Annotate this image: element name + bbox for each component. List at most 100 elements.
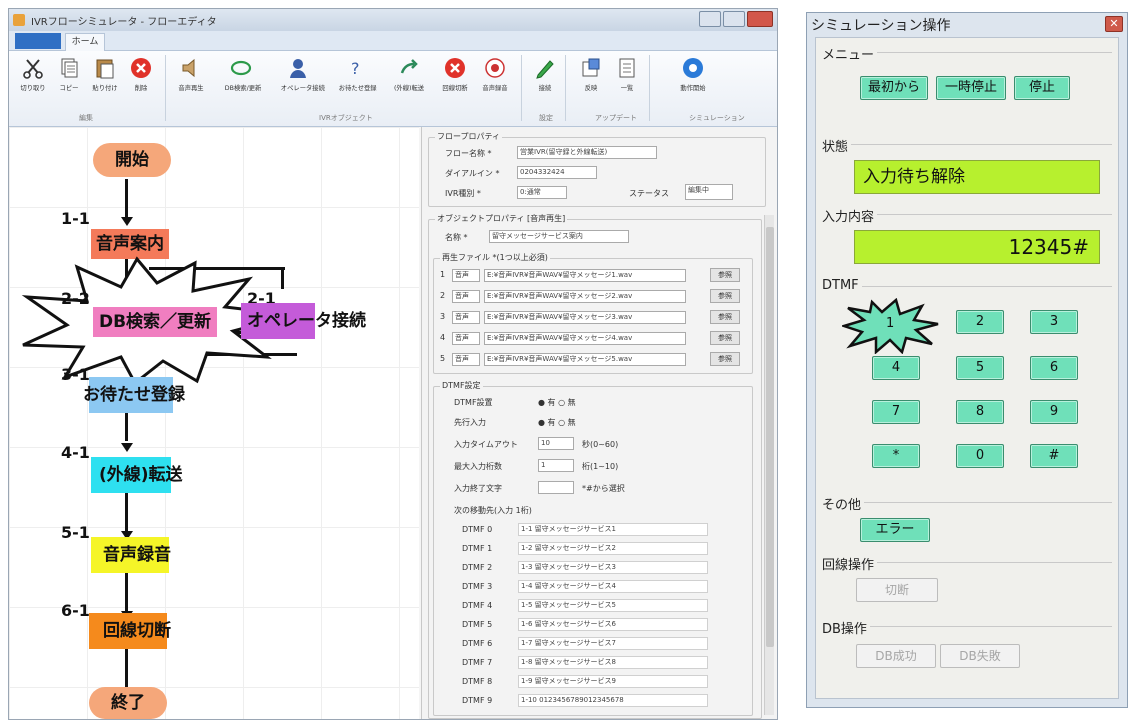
error-button[interactable]: エラー	[860, 518, 930, 542]
apply-button[interactable]: 反映	[573, 55, 609, 107]
next-destination-select[interactable]: 1-1 留守メッセージサービス1	[518, 523, 708, 536]
flow-node-operator-connect[interactable]: オペレータ接続	[241, 303, 366, 339]
restart-button[interactable]: 最初から	[860, 76, 928, 100]
dtmf-key-2[interactable]: 2	[956, 310, 1004, 334]
group-label-update: アップデート	[595, 114, 637, 122]
paste-button[interactable]: 貼り付け	[87, 55, 123, 107]
db-operation-section: DB操作 DB成功 DB失敗	[816, 616, 1118, 676]
property-scrollbar[interactable]	[764, 215, 774, 715]
file-mode-select[interactable]: 音声	[452, 353, 480, 366]
flow-canvas[interactable]: 開始 1-1 音声案内 2-2 DB検索／更新 2-1 オペレータ接続 3-1 …	[9, 127, 419, 719]
start-simulation-button[interactable]: 動作開始	[675, 55, 711, 107]
list-button[interactable]: 一覧	[609, 55, 645, 107]
file-row-number: 2	[440, 291, 446, 300]
flow-end-node[interactable]: 終了	[89, 687, 167, 719]
play-audio-button[interactable]: 音声再生	[173, 55, 209, 107]
transfer-button[interactable]: (外線)転送	[391, 55, 427, 107]
dtmf-key-5[interactable]: 5	[956, 356, 1004, 380]
dtmf-enable-radio[interactable]: ● 有 ○ 無	[538, 397, 576, 408]
browse-button[interactable]: 参照	[710, 331, 740, 345]
close-icon[interactable]: ✕	[1105, 16, 1123, 32]
dtmf-key-8[interactable]: 8	[956, 400, 1004, 424]
flow-start-node[interactable]: 開始	[93, 143, 171, 177]
list-label: 一覧	[620, 84, 634, 92]
stop-button[interactable]: 停止	[1014, 76, 1070, 100]
minimize-button[interactable]	[699, 11, 721, 27]
file-mode-select[interactable]: 音声	[452, 332, 480, 345]
object-name-label: 名称 *	[445, 233, 468, 242]
flow-name-input[interactable]: 営業IVR(留守録と外線転送)	[517, 146, 657, 159]
dtmf-key-label: DTMF 9	[462, 696, 493, 705]
browse-button[interactable]: 参照	[710, 352, 740, 366]
object-name-input[interactable]: 留守メッセージサービス案内	[489, 230, 629, 243]
wait-register-button[interactable]: ? お待たせ登録	[337, 55, 377, 107]
file-path-input[interactable]: E:¥音声IVR¥音声WAV¥留守メッセージ2.wav	[484, 290, 686, 303]
db-search-button[interactable]: DB検索/更新	[223, 55, 262, 107]
next-destination-select[interactable]: 1-4 留守メッセージサービス4	[518, 580, 708, 593]
file-mode-select[interactable]: 音声	[452, 311, 480, 324]
flow-node-record-audio[interactable]: 音声録音	[91, 537, 171, 573]
arrow-head	[121, 443, 133, 452]
end-char-select[interactable]	[538, 481, 574, 494]
dtmf-key-star[interactable]: *	[872, 444, 920, 468]
ribbon: 切り取り コピー 貼り付け 削除 編集 音声再生 DB検索/更新 オペレータ接続	[9, 51, 777, 127]
next-destination-select[interactable]: 1-2 留守メッセージサービス2	[518, 542, 708, 555]
browse-button[interactable]: 参照	[710, 289, 740, 303]
flow-node-disconnect[interactable]: 回線切断	[89, 613, 171, 649]
other-heading: その他	[822, 494, 865, 513]
browse-button[interactable]: 参照	[710, 268, 740, 282]
cut-button[interactable]: 切り取り	[15, 55, 51, 107]
tab-file[interactable]	[15, 33, 61, 49]
dial-in-select[interactable]: 0204332424	[517, 166, 597, 179]
max-digits-select[interactable]: 1	[538, 459, 574, 472]
next-destination-select[interactable]: 1-5 留守メッセージサービス5	[518, 599, 708, 612]
dtmf-key-3[interactable]: 3	[1030, 310, 1078, 334]
end-char-label: 入力終了文字	[454, 484, 502, 493]
copy-button[interactable]: コピー	[51, 55, 87, 107]
next-destination-select[interactable]: 1-6 留守メッセージサービス6	[518, 618, 708, 631]
tab-home[interactable]: ホーム	[65, 33, 105, 51]
start-simulation-label: 動作開始	[680, 84, 706, 92]
db-success-button[interactable]: DB成功	[856, 644, 936, 668]
disconnect-button[interactable]: 切断	[856, 578, 938, 602]
file-path-input[interactable]: E:¥音声IVR¥音声WAV¥留守メッセージ4.wav	[484, 332, 686, 345]
next-destination-select[interactable]: 1-9 留守メッセージサービス9	[518, 675, 708, 688]
flow-node-transfer[interactable]: (外線)転送	[91, 457, 183, 493]
record-audio-button[interactable]: 音声録音	[477, 55, 513, 107]
wait-register-label: お待たせ登録	[338, 84, 377, 92]
dtmf-key-9[interactable]: 9	[1030, 400, 1078, 424]
operator-connect-button[interactable]: オペレータ接続	[279, 55, 325, 107]
pause-button[interactable]: 一時停止	[936, 76, 1006, 100]
scrollbar-thumb[interactable]	[766, 227, 774, 647]
dtmf-key-1[interactable]: 1	[886, 316, 894, 331]
next-destination-select[interactable]: 1-10 0123456789012345678	[518, 694, 708, 707]
next-destination-select[interactable]: 1-8 留守メッセージサービス8	[518, 656, 708, 669]
pre-input-radio[interactable]: ● 有 ○ 無	[538, 417, 576, 428]
next-destination-select[interactable]: 1-3 留守メッセージサービス3	[518, 561, 708, 574]
dtmf-key-4[interactable]: 4	[872, 356, 920, 380]
file-path-input[interactable]: E:¥音声IVR¥音声WAV¥留守メッセージ5.wav	[484, 353, 686, 366]
delete-button[interactable]: 削除	[123, 55, 159, 107]
db-fail-button[interactable]: DB失敗	[940, 644, 1020, 668]
dtmf-key-0[interactable]: 0	[956, 444, 1004, 468]
timeout-select[interactable]: 10	[538, 437, 574, 450]
ivr-type-select[interactable]: 0:通常	[517, 186, 567, 199]
file-mode-select[interactable]: 音声	[452, 290, 480, 303]
dtmf-key-hash[interactable]: #	[1030, 444, 1078, 468]
flow-node-db-search[interactable]: DB検索／更新	[93, 307, 217, 337]
connect-button[interactable]: 接続	[527, 55, 563, 107]
dtmf-key-7[interactable]: 7	[872, 400, 920, 424]
menu-section: メニュー 最初から 一時停止 停止	[816, 38, 1118, 112]
file-path-input[interactable]: E:¥音声IVR¥音声WAV¥留守メッセージ1.wav	[484, 269, 686, 282]
maximize-button[interactable]	[723, 11, 745, 27]
file-mode-select[interactable]: 音声	[452, 269, 480, 282]
flow-node-wait-register[interactable]: お待たせ登録	[83, 377, 185, 413]
db-search-label: DB検索/更新	[224, 84, 262, 92]
disconnect-line-button[interactable]: 回線切断	[437, 55, 473, 107]
dtmf-key-6[interactable]: 6	[1030, 356, 1078, 380]
close-button[interactable]	[747, 11, 773, 27]
next-destination-select[interactable]: 1-7 留守メッセージサービス7	[518, 637, 708, 650]
browse-button[interactable]: 参照	[710, 310, 740, 324]
file-path-input[interactable]: E:¥音声IVR¥音声WAV¥留守メッセージ3.wav	[484, 311, 686, 324]
next-destination-row: DTMF 2 1-3 留守メッセージサービス3	[434, 559, 752, 578]
